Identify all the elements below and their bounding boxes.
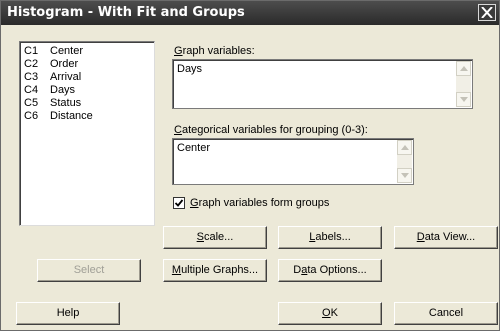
close-button[interactable] <box>478 4 496 21</box>
column-id: C1 <box>24 45 39 57</box>
categorical-variables-field[interactable]: Center <box>172 138 414 185</box>
column-name: Days <box>50 84 76 96</box>
column-name: Status <box>50 97 82 109</box>
close-icon <box>481 7 493 18</box>
help-button[interactable]: Help <box>16 302 120 325</box>
scroll-down-button[interactable] <box>456 92 471 107</box>
categorical-variables-value: Center <box>177 142 211 154</box>
chevron-down-icon <box>401 173 409 178</box>
column-id: C2 <box>24 58 39 70</box>
cancel-button[interactable]: Cancel <box>394 302 498 325</box>
column-id: C5 <box>24 97 39 109</box>
chevron-down-icon <box>460 97 468 102</box>
column-id: C3 <box>24 71 39 83</box>
column-name: Arrival <box>50 71 82 83</box>
variable-list[interactable]: C1 Center C2 Order C3 Arrival C4 Days C5 Stat… <box>19 41 155 226</box>
form-groups-checkbox[interactable] <box>173 197 185 209</box>
graph-variables-value: Days <box>177 63 203 75</box>
column-id: C4 <box>24 84 39 96</box>
list-item[interactable]: C6 Distance <box>24 110 93 123</box>
checkmark-icon <box>174 199 184 207</box>
graph-variables-field[interactable]: Days <box>172 59 473 109</box>
labels-button[interactable]: Labels... <box>278 226 382 249</box>
list-item[interactable]: C3 Arrival <box>24 71 81 84</box>
select-button[interactable]: Select <box>37 259 141 282</box>
list-item[interactable]: C1 Center <box>24 45 83 58</box>
data-view-button[interactable]: Data View... <box>394 226 498 249</box>
graph-variables-label: Graph variables: <box>174 45 255 57</box>
list-item[interactable]: C2 Order <box>24 58 78 71</box>
chevron-up-icon <box>460 66 468 71</box>
histogram-dialog: Histogram - With Fit and Groups C1 Center… <box>0 0 500 331</box>
list-item[interactable]: C4 Days <box>24 84 75 97</box>
scale-button[interactable]: Scale... <box>163 226 267 249</box>
list-item[interactable]: C5 Status <box>24 97 81 110</box>
dialog-title: Histogram - With Fit and Groups <box>7 5 245 20</box>
scroll-down-button[interactable] <box>397 168 412 183</box>
multiple-graphs-button[interactable]: Multiple Graphs... <box>163 259 267 282</box>
column-id: C6 <box>24 110 39 122</box>
title-bar: Histogram - With Fit and Groups <box>1 1 499 25</box>
categorical-variables-scrollbar[interactable] <box>397 140 412 183</box>
graph-variables-scrollbar[interactable] <box>456 61 471 107</box>
column-name: Order <box>50 58 79 70</box>
form-groups-label[interactable]: Graph variables form groups <box>190 197 329 209</box>
scroll-up-button[interactable] <box>397 140 412 155</box>
ok-button[interactable]: OK <box>278 302 382 325</box>
column-name: Center <box>50 45 84 57</box>
scroll-up-button[interactable] <box>456 61 471 76</box>
categorical-variables-label: Categorical variables for grouping (0-3)… <box>174 124 368 136</box>
chevron-up-icon <box>401 145 409 150</box>
data-options-button[interactable]: Data Options... <box>278 259 382 282</box>
column-name: Distance <box>50 110 93 122</box>
